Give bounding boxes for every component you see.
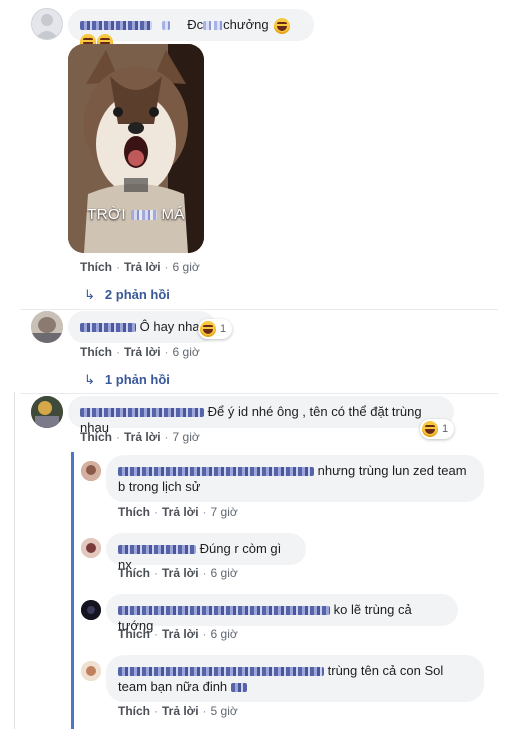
timestamp[interactable]: 6 giờ (211, 627, 238, 641)
timestamp[interactable]: 6 giờ (173, 345, 200, 359)
reply-bubble: ko lẽ trùng cả tướng (106, 594, 458, 633)
reply-actions: Thích · Trả lời · 7 giờ (118, 505, 238, 519)
comment-actions: Thích · Trả lời · 7 giờ (80, 430, 200, 444)
image-caption: MÁ (161, 206, 185, 223)
thread-guide-line (14, 392, 15, 729)
reply-text: team bạn nữa đinh (118, 679, 228, 694)
replies-count: 2 phản hồi (104, 287, 170, 302)
avatar-photo (81, 461, 101, 481)
reply-link[interactable]: Trả lời (162, 505, 199, 519)
like-link[interactable]: Thích (80, 430, 112, 444)
reply-arrow-icon: ↳ (84, 372, 95, 387)
haha-emoji-icon (422, 421, 438, 437)
author-badge (161, 21, 170, 31)
avatar-photo (31, 396, 63, 428)
replies-thread-line (71, 452, 74, 729)
reply-text: nhưng trùng lun zed team (317, 463, 467, 478)
comment-text: chưởng (223, 17, 269, 32)
comment-image[interactable]: TRỜI MÁ (68, 44, 204, 253)
reply-link[interactable]: Trả lời (124, 430, 161, 444)
reply-arrow-icon: ↳ (84, 287, 95, 302)
view-replies-link[interactable]: ↳ 1 phản hồi (84, 372, 170, 388)
timestamp[interactable]: 7 giờ (211, 505, 238, 519)
reply-actions: Thích · Trả lời · 6 giờ (118, 566, 238, 580)
timestamp[interactable]: 6 giờ (211, 566, 238, 580)
reply-bubble: trùng tên cả con Sol team bạn nữa đinh (106, 655, 484, 702)
reply-bubble: nhưng trùng lun zed team b trong lịch sử (106, 455, 484, 502)
comment-actions: Thích · Trả lời · 6 giờ (80, 345, 200, 359)
author-name[interactable] (80, 323, 136, 333)
comment-bubble: Ô hay nha (68, 311, 216, 343)
image-caption: TRỜI (87, 206, 127, 223)
replies-count: 1 phản hồi (104, 372, 170, 387)
divider (20, 393, 498, 394)
haha-emoji-icon (200, 321, 216, 337)
avatar[interactable] (81, 600, 101, 620)
avatar-photo (81, 538, 101, 558)
like-link[interactable]: Thích (118, 505, 150, 519)
avatar-photo (81, 600, 101, 620)
like-link[interactable]: Thích (118, 566, 150, 580)
avatar-photo (81, 661, 101, 681)
reply-link[interactable]: Trả lời (162, 704, 199, 718)
like-link[interactable]: Thích (118, 704, 150, 718)
reaction-summary[interactable]: 1 (420, 419, 455, 439)
reaction-count: 1 (442, 423, 449, 435)
divider (20, 309, 498, 310)
avatar[interactable] (31, 396, 63, 428)
blurred-text (203, 21, 224, 31)
reply-link[interactable]: Trả lời (162, 627, 199, 641)
blurred-text (230, 683, 247, 693)
reply-actions: Thích · Trả lời · 5 giờ (118, 704, 238, 718)
avatar[interactable] (81, 461, 101, 481)
reply-actions: Thích · Trả lời · 6 giờ (118, 627, 238, 641)
timestamp[interactable]: 5 giờ (211, 704, 238, 718)
reaction-count: 1 (220, 323, 227, 335)
reply-link[interactable]: Trả lời (124, 260, 161, 274)
blurred-text (130, 210, 157, 221)
avatar[interactable] (31, 311, 63, 343)
like-link[interactable]: Thích (80, 260, 112, 274)
default-avatar-icon (35, 14, 59, 39)
reaction-summary[interactable]: 1 (198, 319, 233, 339)
timestamp[interactable]: 6 giờ (173, 260, 200, 274)
reply-bubble: Đúng r còm gì nx (106, 533, 306, 572)
like-link[interactable]: Thích (118, 627, 150, 641)
author-name[interactable] (80, 408, 204, 418)
comment-text: Đc (187, 17, 204, 32)
reply-link[interactable]: Trả lời (124, 345, 161, 359)
avatar[interactable] (31, 8, 63, 40)
avatar[interactable] (81, 661, 101, 681)
avatar[interactable] (81, 538, 101, 558)
avatar-photo (31, 311, 63, 343)
author-name[interactable] (118, 467, 314, 477)
reply-link[interactable]: Trả lời (162, 566, 199, 580)
author-name[interactable] (118, 545, 196, 555)
author-name[interactable] (118, 606, 330, 616)
comment-bubble: Đc chưởng (68, 9, 314, 51)
comment-bubble: Để ý id nhé ông , tên có thể đặt trùng n… (68, 396, 454, 435)
view-replies-link[interactable]: ↳ 2 phản hồi (84, 287, 170, 303)
rofl-emoji-icon (274, 17, 291, 34)
comment-text: Ô hay nha (139, 319, 200, 334)
author-name[interactable] (118, 667, 324, 677)
timestamp[interactable]: 7 giờ (173, 430, 200, 444)
author-name[interactable] (80, 21, 152, 31)
reply-text: trùng tên cả con Sol (327, 663, 444, 678)
reply-text: b trong lịch sử (118, 479, 201, 494)
like-link[interactable]: Thích (80, 345, 112, 359)
comment-actions: Thích · Trả lời · 6 giờ (80, 260, 200, 274)
